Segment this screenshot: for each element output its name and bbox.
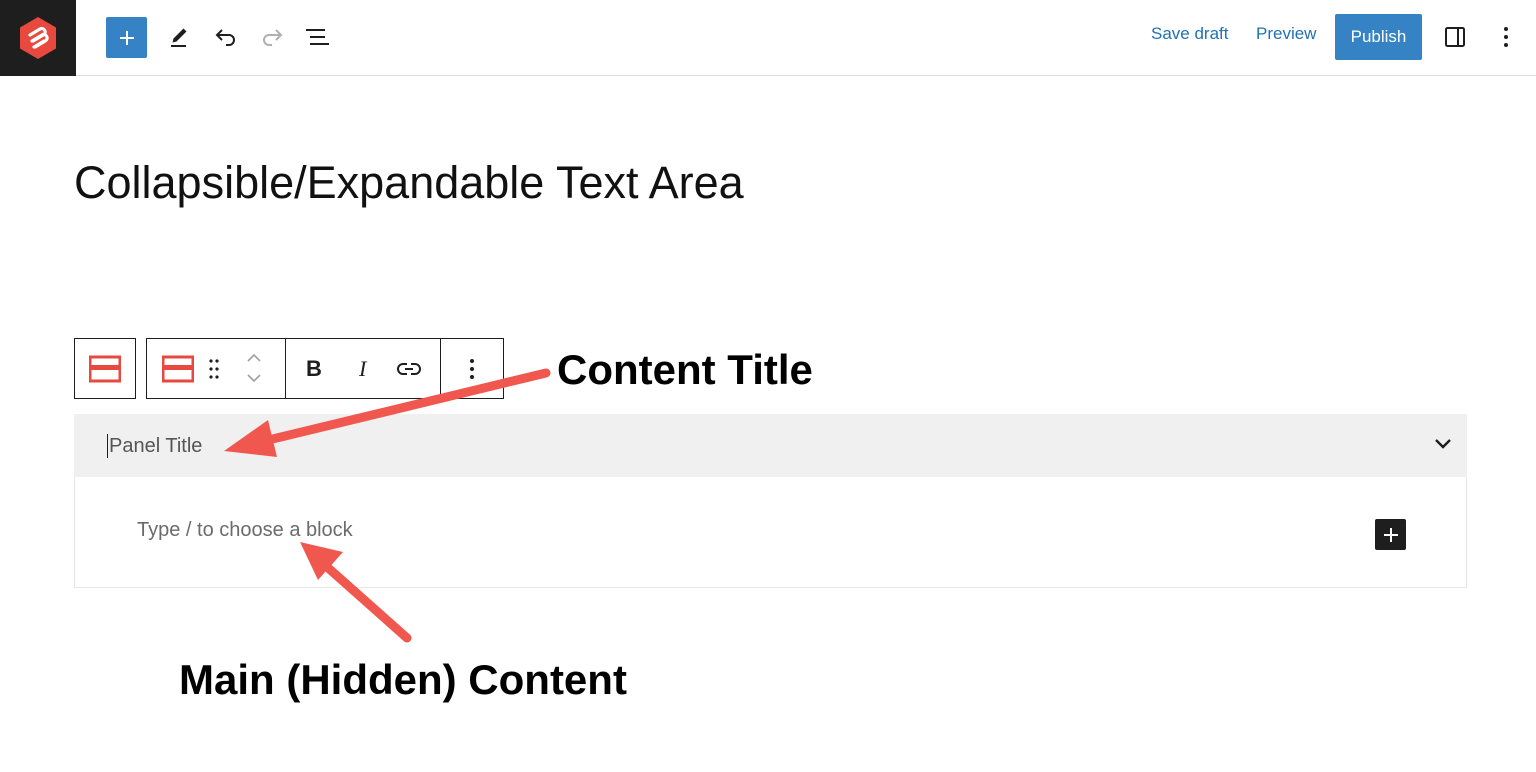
chevron-down-icon [1435, 439, 1451, 449]
save-draft-button[interactable]: Save draft [1151, 24, 1229, 44]
undo-button[interactable] [206, 17, 246, 57]
accordion-block-icon [162, 355, 194, 383]
format-group: B I [286, 339, 440, 398]
panel-title-input[interactable]: Panel Title [107, 434, 202, 458]
expand-toggle[interactable] [1433, 436, 1453, 455]
preview-button[interactable]: Preview [1256, 24, 1316, 44]
add-block-button[interactable] [1375, 519, 1406, 550]
logo-icon [20, 17, 56, 59]
block-options-button[interactable] [469, 358, 475, 380]
publish-button[interactable]: Publish [1335, 14, 1422, 60]
list-view-button[interactable] [298, 17, 338, 57]
link-icon [397, 363, 421, 375]
redo-button[interactable] [252, 17, 292, 57]
sidebar-toggle-icon [1445, 27, 1465, 47]
bold-button[interactable]: B [306, 356, 322, 382]
tools-button[interactable] [159, 17, 199, 57]
move-up-button[interactable] [246, 352, 262, 364]
plus-icon [1383, 527, 1398, 542]
list-view-icon [306, 29, 329, 45]
post-title[interactable]: Collapsible/Expandable Text Area [74, 157, 744, 209]
undo-icon [215, 29, 235, 46]
plus-icon [119, 30, 134, 45]
site-logo[interactable] [0, 0, 76, 76]
block-placeholder[interactable]: Type / to choose a block [137, 519, 353, 542]
drag-handle-icon [209, 359, 219, 379]
drag-handle[interactable] [208, 358, 220, 380]
accordion-panel-content: Type / to choose a block [74, 477, 1467, 588]
more-options-icon [1504, 27, 1508, 47]
block-toolbar: B I [146, 338, 504, 399]
block-options-icon [470, 358, 474, 379]
move-down-icon [247, 374, 261, 383]
block-switcher-group [147, 339, 285, 398]
move-up-icon [247, 353, 261, 362]
block-type-button[interactable] [162, 353, 194, 385]
settings-sidebar-button[interactable] [1435, 17, 1475, 57]
options-button[interactable] [1486, 17, 1526, 57]
italic-button[interactable]: I [359, 356, 366, 382]
link-button[interactable] [396, 358, 422, 380]
redo-icon [263, 29, 283, 46]
block-inserter-button[interactable] [106, 17, 147, 58]
pencil-icon [171, 28, 187, 47]
accordion-block-icon [89, 355, 121, 382]
block-options-group [441, 339, 503, 398]
annotation-main-content: Main (Hidden) Content [179, 656, 627, 703]
select-parent-block-button[interactable] [74, 338, 136, 399]
accordion-panel-header[interactable]: Panel Title [74, 414, 1467, 477]
editor-header: Save draft Preview Publish [0, 0, 1536, 76]
annotation-content-title: Content Title [557, 346, 813, 393]
move-down-button[interactable] [246, 372, 262, 384]
